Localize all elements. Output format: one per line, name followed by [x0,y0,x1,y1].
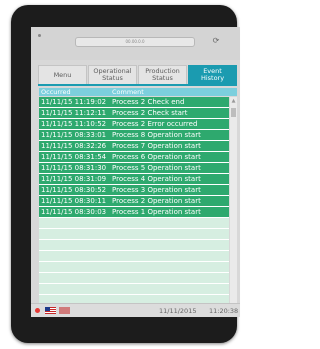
browser-bar: 00.00.0.0 ⟳ [31,27,240,60]
us-flag-icon[interactable] [45,307,56,314]
header-comment: Comment [112,88,144,96]
row-occurred: 11/11/15 08:32:26 [41,142,107,150]
row-comment: Process 2 Check end [112,98,185,106]
row-comment: Process 7 Operation start [112,142,201,150]
table-row[interactable]: 11/11/15 08:31:54 Process 6 Operation sta… [39,152,229,163]
table-row[interactable]: 11/11/15 11:19:02 Process 2 Check end [39,97,229,108]
event-list: 11/11/15 11:19:02 Process 2 Check end 11/… [39,97,229,317]
tab-menu[interactable]: Menu [38,65,87,84]
tablet-frame: 00.00.0.0 ⟳ Menu Operational Status Prod… [11,5,240,343]
empty-row [39,229,229,240]
address-bar[interactable]: 00.00.0.0 [75,37,195,47]
tab-production-status[interactable]: Production Status [138,65,187,84]
row-occurred: 11/11/15 08:31:09 [41,175,107,183]
table-header: Occurred Comment [39,88,237,96]
row-occurred: 11/11/15 08:31:30 [41,164,107,172]
empty-row [39,284,229,295]
row-comment: Process 5 Operation start [112,164,201,172]
tab-operational-status[interactable]: Operational Status [88,65,137,84]
row-comment: Process 8 Operation start [112,131,201,139]
scroll-thumb[interactable] [231,108,236,117]
table-row[interactable]: 11/11/15 08:32:26 Process 7 Operation sta… [39,141,229,152]
row-comment: Process 2 Check start [112,109,188,117]
empty-row [39,273,229,284]
empty-row [39,262,229,273]
row-comment: Process 6 Operation start [112,153,201,161]
table-row[interactable]: 11/11/15 08:33:01 Process 8 Operation sta… [39,130,229,141]
table-row[interactable]: 11/11/15 08:30:52 Process 3 Operation sta… [39,185,229,196]
footer-time: 11:20:38 [209,307,239,315]
row-occurred: 11/11/15 11:10:52 [41,120,107,128]
row-comment: Process 3 Operation start [112,186,201,194]
table-row[interactable]: 11/11/15 11:12:11 Process 2 Check start [39,108,229,119]
table-row[interactable]: 11/11/15 08:31:09 Process 4 Operation sta… [39,174,229,185]
row-comment: Process 2 Error occurred [112,120,198,128]
table-row[interactable]: 11/11/15 08:31:30 Process 5 Operation sta… [39,163,229,174]
table-row[interactable]: 11/11/15 11:10:52 Process 2 Error occurre… [39,119,229,130]
row-occurred: 11/11/15 08:33:01 [41,131,107,139]
row-occurred: 11/11/15 08:30:11 [41,197,107,205]
tab-bar: Menu Operational Status Production Statu… [38,65,237,84]
row-comment: Process 4 Operation start [112,175,201,183]
row-occurred: 11/11/15 08:31:54 [41,153,107,161]
table-row[interactable]: 11/11/15 08:30:03 Process 1 Operation sta… [39,207,229,218]
empty-row [39,240,229,251]
tab-event-history[interactable]: Event History [188,65,237,84]
row-occurred: 11/11/15 11:19:02 [41,98,107,106]
scroll-up-icon[interactable]: ▲ [230,97,237,105]
header-occurred: Occurred [41,88,71,96]
reload-icon[interactable]: ⟳ [211,36,221,46]
row-occurred: 11/11/15 08:30:03 [41,208,107,216]
tab-underline [38,84,237,86]
row-comment: Process 2 Operation start [112,197,201,205]
row-occurred: 11/11/15 08:30:52 [41,186,107,194]
scrollbar[interactable]: ▲ ▼ [230,97,237,317]
screen: 00.00.0.0 ⟳ Menu Operational Status Prod… [31,27,240,317]
footer-bar: 11/11/2015 11:20:38 [31,303,240,317]
flag-icon[interactable] [59,307,70,314]
row-comment: Process 1 Operation start [112,208,201,216]
empty-row [39,218,229,229]
row-occurred: 11/11/15 11:12:11 [41,109,107,117]
camera-dot-icon [38,34,41,37]
table-row[interactable]: 11/11/15 08:30:11 Process 2 Operation sta… [39,196,229,207]
warning-icon[interactable] [35,308,40,313]
footer-date: 11/11/2015 [159,307,197,315]
empty-row [39,251,229,262]
